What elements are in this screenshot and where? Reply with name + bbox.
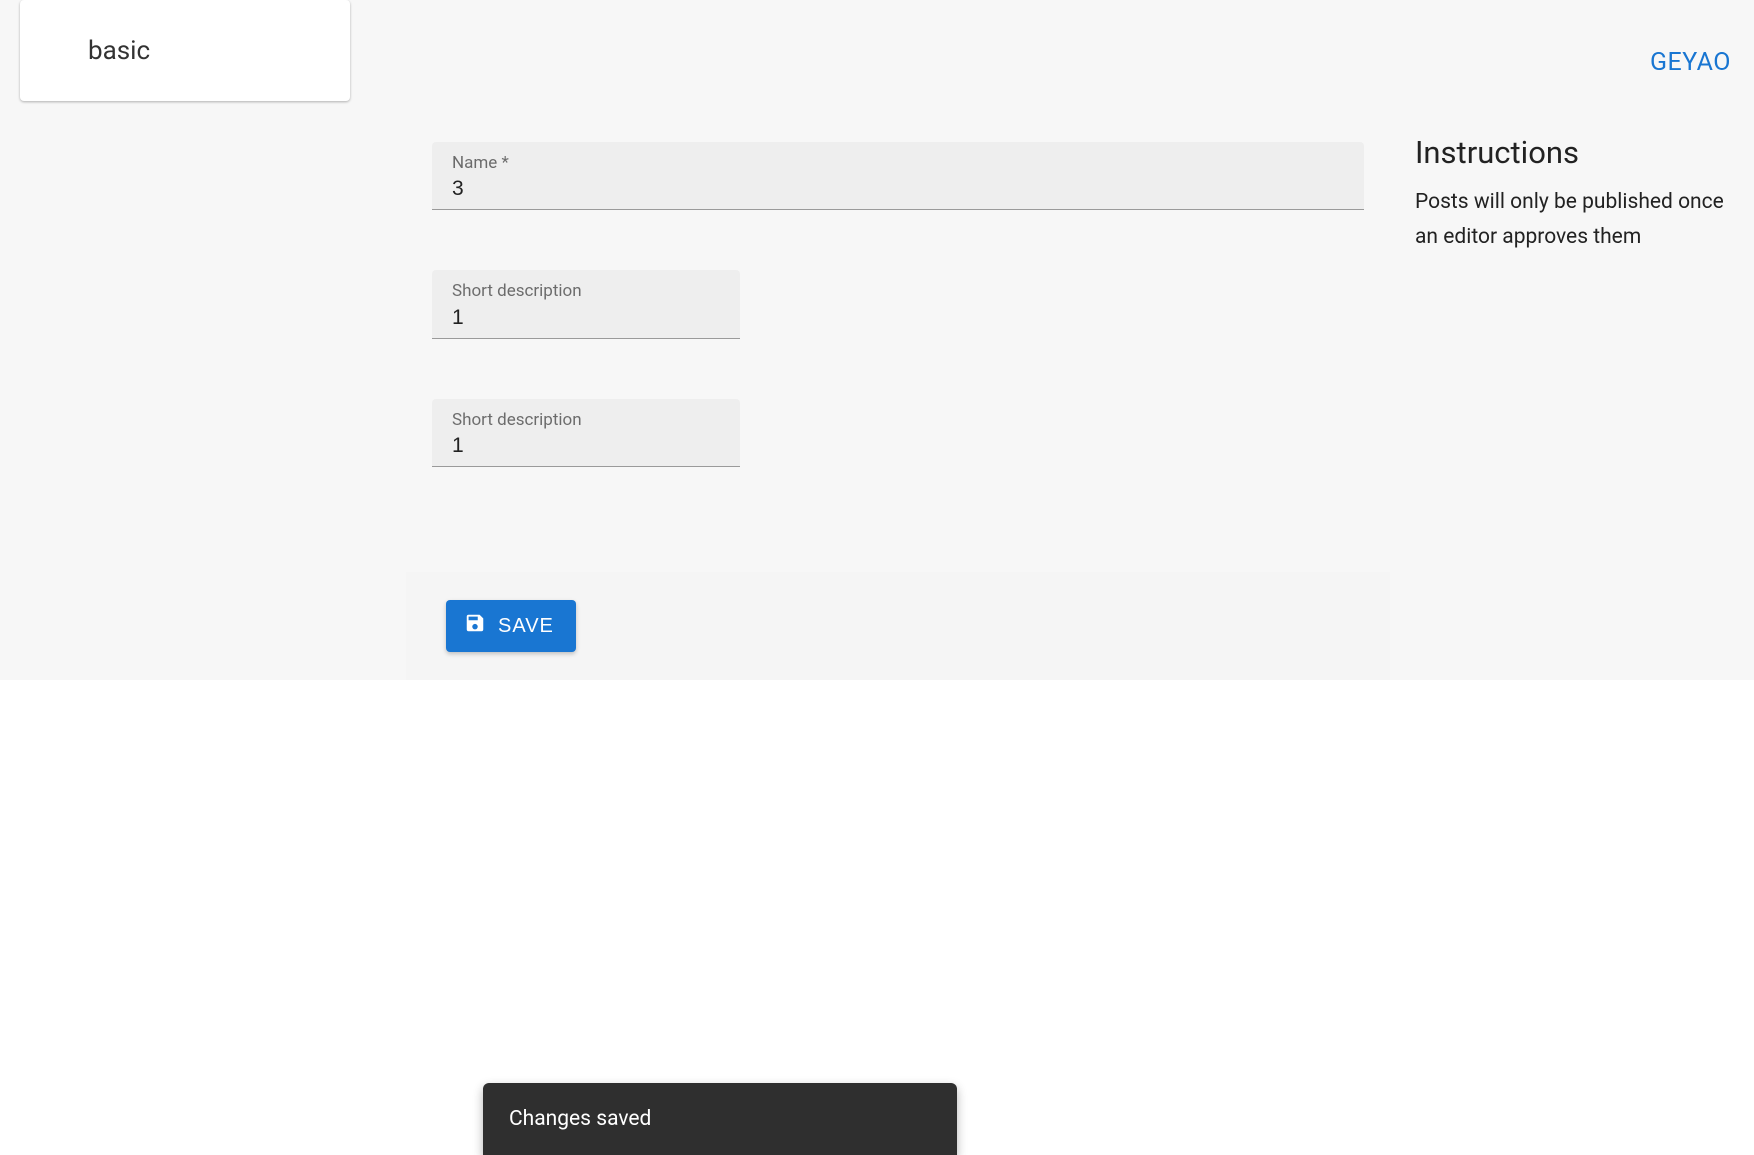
instructions-body: Posts will only be published once an edi… xyxy=(1415,185,1745,254)
snackbar-message: Changes saved xyxy=(509,1107,651,1131)
short-description-label-2: Short description xyxy=(452,410,720,430)
name-input[interactable] xyxy=(452,173,1344,201)
short-description-field-2[interactable]: Short description xyxy=(432,399,740,467)
user-link[interactable]: GEYAO xyxy=(1650,48,1731,77)
instructions-panel: Instructions Posts will only be publishe… xyxy=(1415,134,1745,254)
save-button-label: SAVE xyxy=(498,615,554,638)
save-button[interactable]: SAVE xyxy=(446,600,576,652)
toolbar: SAVE xyxy=(406,572,1390,680)
short-description-input-1[interactable] xyxy=(452,302,720,330)
short-description-label-1: Short description xyxy=(452,281,720,301)
snackbar: Changes saved xyxy=(483,1083,957,1155)
short-description-input-2[interactable] xyxy=(452,430,720,458)
name-field[interactable]: Name * xyxy=(432,142,1364,210)
page-background: basic GEYAO Name * Short description Sho… xyxy=(0,0,1754,680)
save-icon xyxy=(464,612,486,640)
form-area: Name * Short description Short descripti… xyxy=(432,142,1364,467)
instructions-title: Instructions xyxy=(1415,134,1745,171)
name-field-label: Name * xyxy=(452,153,1344,173)
basic-card[interactable]: basic xyxy=(20,0,350,101)
short-description-field-1[interactable]: Short description xyxy=(432,270,740,338)
basic-card-label: basic xyxy=(88,36,150,66)
